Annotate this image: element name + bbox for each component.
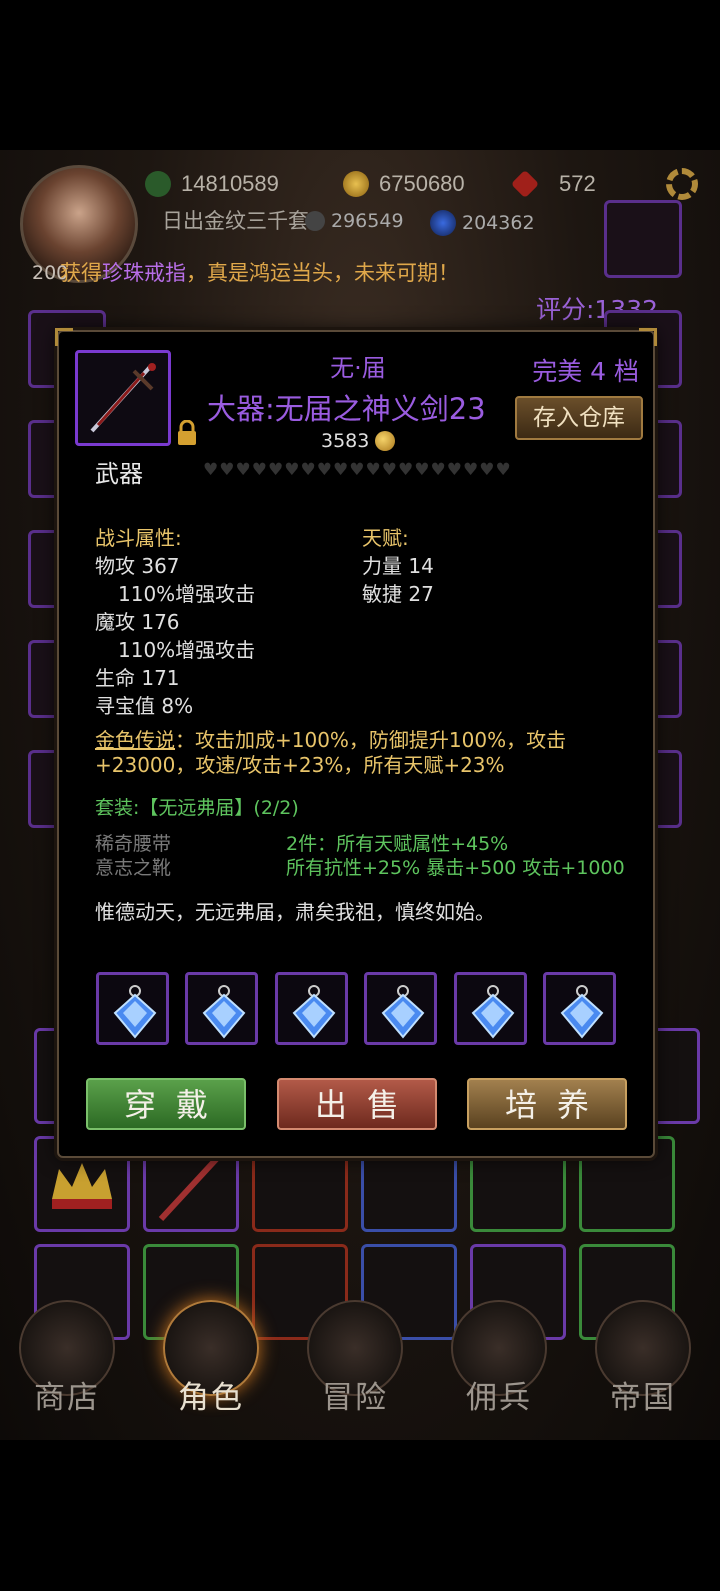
combat-attributes-title: 战斗属性:: [95, 526, 182, 550]
settings-gear-icon[interactable]: [666, 168, 698, 200]
sapphire-gem-icon: [113, 985, 157, 1039]
stat-life: 生命 171: [95, 666, 180, 690]
heart-icon: ♥: [365, 460, 381, 480]
nav-empire[interactable]: 帝国: [588, 1300, 698, 1420]
set-bonus-1: 2件：所有天赋属性+45%: [286, 833, 509, 855]
set-piece-belt: 稀奇腰带: [95, 833, 172, 855]
sapphire-gem-icon: [471, 985, 515, 1039]
item-grade: 完美 4 档: [532, 357, 639, 386]
heart-icon: ♥: [219, 460, 235, 480]
marquee-suffix: ，真是鸿运当头，未来可期！: [186, 261, 459, 285]
gem-socket-3[interactable]: [275, 972, 348, 1045]
stat-magic-attack: 魔攻 176: [95, 610, 180, 634]
nav-mercenary[interactable]: 佣兵: [444, 1300, 554, 1420]
talent-strength: 力量 14: [362, 554, 434, 578]
gem-socket-2[interactable]: [185, 972, 258, 1045]
gold-coin-icon: [343, 171, 369, 197]
nav-empire-label: 帝国: [610, 1380, 676, 1415]
heart-icon: ♥: [430, 460, 446, 480]
resource-small-1-value: 296549: [331, 210, 404, 232]
item-price: 3583: [321, 430, 396, 452]
stat-physical-attack: 物攻 367: [95, 554, 180, 578]
stat-treasure: 寻宝值 8%: [95, 694, 194, 718]
heart-icon: ♥: [381, 460, 397, 480]
heart-icon: ♥: [251, 460, 267, 480]
heart-rating: ♥ ♥ ♥ ♥ ♥ ♥ ♥ ♥ ♥ ♥ ♥ ♥ ♥ ♥ ♥ ♥ ♥ ♥ ♥: [203, 460, 511, 480]
resource-gold: 6750680: [343, 168, 465, 200]
heart-icon: ♥: [495, 460, 511, 480]
resource-ruby: 572: [510, 168, 596, 200]
sapphire-gem-icon: [202, 985, 246, 1039]
resource-small-1: 296549: [305, 210, 404, 232]
resource-gems: 14810589: [145, 168, 279, 200]
green-gem-icon: [145, 171, 171, 197]
resource-gold-value: 6750680: [379, 171, 465, 196]
resource-small-2-value: 204362: [462, 212, 535, 234]
legendary-label: 金色传说: [95, 728, 175, 752]
gem-socket-5[interactable]: [454, 972, 527, 1045]
sapphire-gem-icon: [292, 985, 336, 1039]
nav-adventure-label: 冒险: [322, 1380, 388, 1415]
heart-icon: ♥: [463, 460, 479, 480]
gem-socket-1[interactable]: [96, 972, 169, 1045]
sapphire-gem-icon: [381, 985, 425, 1039]
sell-button[interactable]: 出售: [277, 1078, 437, 1130]
set-piece-boots: 意志之靴: [95, 857, 172, 879]
resource-gems-value: 14810589: [181, 171, 279, 196]
item-detail-modal: 武器 无·届 大器:无届之神义剑23 3583 完美 4 档 存入仓库 ♥ ♥ ♥ ♥…: [55, 328, 657, 1158]
nav-shop[interactable]: 商店: [12, 1300, 122, 1420]
heart-icon: ♥: [414, 460, 430, 480]
sapphire-gem-icon: [560, 985, 604, 1039]
resource-ruby-value: 572: [559, 171, 596, 196]
set-title: 套装:【无远弗届】(2/2): [95, 797, 299, 819]
set-bonus-2: 所有抗性+25% 暴击+500 攻击+1000: [286, 857, 625, 879]
heart-icon: ♥: [333, 460, 349, 480]
heart-icon: ♥: [479, 460, 495, 480]
train-button[interactable]: 培养: [467, 1078, 627, 1130]
nav-adventure[interactable]: 冒险: [300, 1300, 410, 1420]
heart-icon: ♥: [349, 460, 365, 480]
marquee-item: 珍珠戒指: [102, 261, 186, 285]
equip-button[interactable]: 穿戴: [86, 1078, 246, 1130]
heart-icon: ♥: [203, 460, 219, 480]
heart-icon: ♥: [316, 460, 332, 480]
stat-physical-enhance: 110%增强攻击: [118, 582, 256, 606]
blue-orb-icon: [430, 210, 456, 236]
frame-corner: [639, 328, 657, 346]
announcement-marquee: 获得珍珠戒指，真是鸿运当头，未来可期！: [60, 257, 459, 287]
heart-icon: ♥: [398, 460, 414, 480]
flavor-text: 惟德动天，无远弗届，肃矣我祖，慎终如始。: [95, 900, 495, 924]
side-slot-cape[interactable]: [604, 200, 682, 278]
heart-icon: ♥: [446, 460, 462, 480]
nav-character[interactable]: 角色: [156, 1300, 266, 1420]
orb-icon: [305, 211, 325, 231]
item-full-name: 大器:无届之神义剑23: [207, 392, 486, 426]
red-gem-icon: [510, 169, 540, 199]
legendary-effect: 金色传说：攻击加成+100%，防御提升100%，攻击+23000，攻速/攻击+2…: [95, 728, 625, 778]
store-to-warehouse-button[interactable]: 存入仓库: [515, 396, 643, 440]
item-price-value: 3583: [321, 430, 370, 452]
heart-icon: ♥: [284, 460, 300, 480]
item-type: 武器: [95, 460, 143, 488]
talent-title: 天赋:: [362, 526, 409, 550]
nav-character-label: 角色: [178, 1380, 244, 1415]
lock-icon[interactable]: [176, 420, 198, 446]
player-name: 日出金纹三千套: [162, 209, 309, 233]
gem-socket-4[interactable]: [364, 972, 437, 1045]
frame-corner: [55, 328, 73, 346]
heart-icon: ♥: [268, 460, 284, 480]
marquee-prefix: 获得: [60, 261, 102, 285]
heart-icon: ♥: [300, 460, 316, 480]
bottom-nav: 商店 角色 冒险 佣兵 帝国: [0, 1300, 720, 1420]
talent-agility: 敏捷 27: [362, 582, 434, 606]
nav-mercenary-label: 佣兵: [466, 1380, 532, 1415]
nav-shop-label: 商店: [34, 1380, 100, 1415]
stat-magic-enhance: 110%增强攻击: [118, 638, 256, 662]
gold-coin-icon: [375, 431, 396, 451]
heart-icon: ♥: [235, 460, 251, 480]
gem-socket-6[interactable]: [543, 972, 616, 1045]
resource-small-2: 204362: [430, 210, 535, 236]
